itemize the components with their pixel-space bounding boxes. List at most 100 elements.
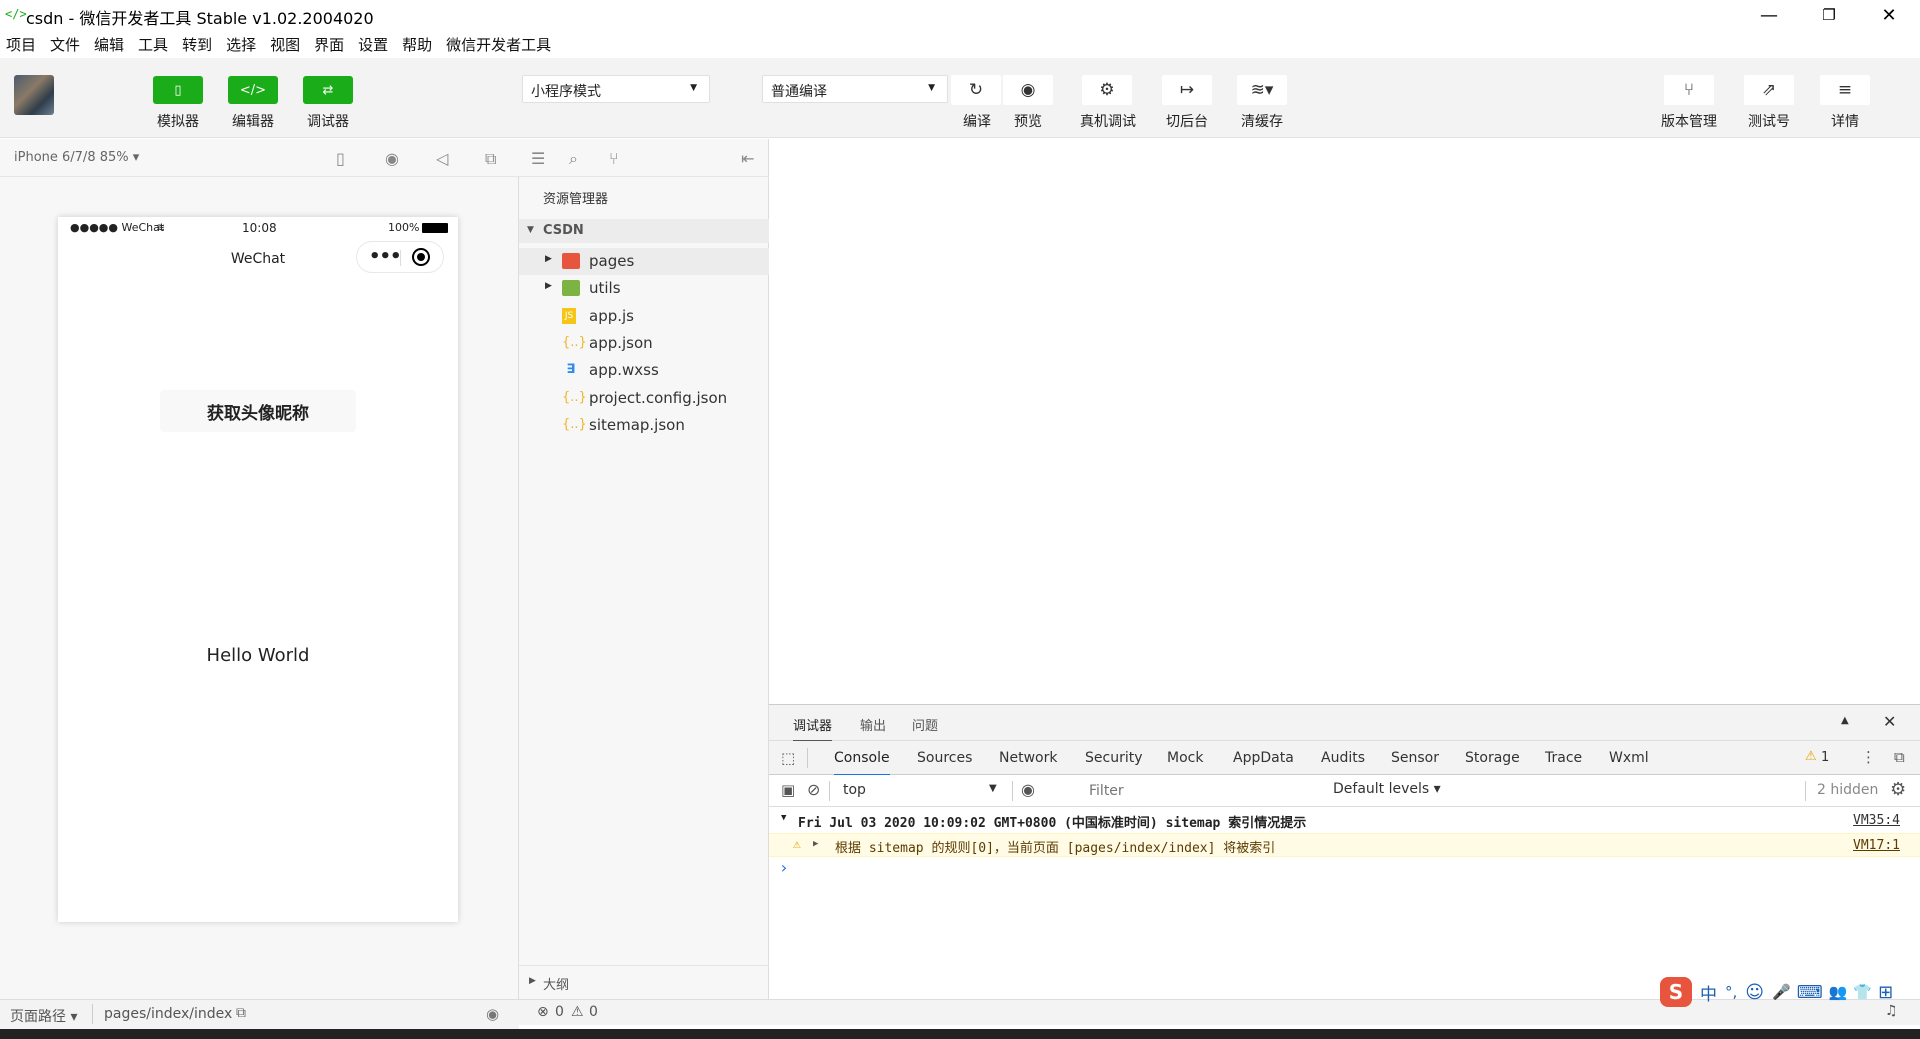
- debug-icon: ⇄: [322, 82, 334, 98]
- detach-window-icon[interactable]: ⧉: [485, 149, 496, 169]
- tree-item-sitemap[interactable]: {..} sitemap.json: [519, 412, 769, 439]
- clear-cache-button[interactable]: ≋▾: [1237, 75, 1287, 105]
- log-source-link[interactable]: VM17:1: [1853, 838, 1900, 853]
- context-select[interactable]: top ▼: [835, 778, 1005, 802]
- menu-item-select[interactable]: 选择: [226, 34, 256, 55]
- eye-icon[interactable]: ◉: [486, 1005, 499, 1023]
- menu-item-devtools[interactable]: 微信开发者工具: [446, 34, 551, 55]
- tree-item-app-wxss[interactable]: ∃ app.wxss: [519, 357, 769, 384]
- sidebar-toggle-icon[interactable]: ▣: [781, 781, 795, 799]
- page-path-select[interactable]: 页面路径 ▾: [10, 1006, 77, 1026]
- maximize-button[interactable]: ❐: [1806, 0, 1852, 30]
- remote-debug-button[interactable]: ⚙: [1082, 75, 1132, 105]
- tab-storage[interactable]: Storage: [1465, 750, 1520, 766]
- eye-icon[interactable]: ◉: [1021, 780, 1035, 799]
- collapse-panel-icon[interactable]: ⇤: [741, 149, 754, 168]
- tab-network[interactable]: Network: [999, 750, 1057, 766]
- close-miniprogram-icon[interactable]: [412, 248, 430, 266]
- warning-icon[interactable]: ⚠: [571, 1004, 584, 1020]
- tree-item-app-json[interactable]: {..} app.json: [519, 330, 769, 357]
- tab-sensor[interactable]: Sensor: [1391, 750, 1439, 766]
- copy-icon[interactable]: ⧉: [236, 1005, 246, 1021]
- tab-problems[interactable]: 问题: [912, 715, 938, 734]
- background-switch-button[interactable]: ↦: [1162, 75, 1212, 105]
- outline-section[interactable]: ▶ 大纲: [519, 965, 769, 999]
- tree-item-project-config[interactable]: {..} project.config.json: [519, 385, 769, 412]
- mode-select[interactable]: 小程序模式 ▼: [522, 75, 710, 103]
- search-icon[interactable]: ⌕: [569, 149, 578, 169]
- test-account-button[interactable]: ⇗: [1744, 75, 1794, 105]
- simulator-footer: 页面路径 ▾ pages/index/index ⧉ ◉: [0, 999, 519, 1029]
- console-prompt-row[interactable]: ›: [769, 857, 1920, 881]
- ime-punctuation-icon[interactable]: °,: [1725, 983, 1737, 1001]
- tab-appdata[interactable]: AppData: [1233, 750, 1294, 766]
- error-icon[interactable]: ⊗: [537, 1004, 549, 1020]
- clear-console-icon[interactable]: ⊘: [807, 780, 820, 799]
- ime-mode-chinese[interactable]: 中: [1700, 980, 1717, 1005]
- get-userinfo-button[interactable]: 获取头像昵称: [160, 390, 356, 432]
- menu-item-file[interactable]: 文件: [50, 34, 80, 55]
- project-row[interactable]: ▼ CSDN: [519, 219, 769, 243]
- record-icon[interactable]: ◉: [385, 149, 399, 168]
- sogou-logo-icon[interactable]: S: [1660, 977, 1692, 1007]
- ime-voice-icon[interactable]: 🎤: [1772, 983, 1791, 1001]
- chevron-right-icon: ▶: [813, 839, 819, 849]
- volume-icon[interactable]: ◁: [436, 149, 448, 168]
- warning-icon[interactable]: ⚠: [1805, 749, 1817, 764]
- ime-user-icon[interactable]: 👥: [1829, 983, 1848, 1001]
- tab-console[interactable]: Console: [834, 750, 890, 776]
- more-icon[interactable]: •••: [369, 246, 402, 267]
- debugger-toggle-button[interactable]: ⇄: [303, 76, 353, 104]
- close-icon[interactable]: ✕: [1883, 712, 1896, 731]
- menu-item-view[interactable]: 视图: [270, 34, 300, 55]
- log-warning-row[interactable]: ⚠ ▶ 根据 sitemap 的规则[0]，当前页面 [pages/index/…: [769, 833, 1920, 857]
- ime-emoji-icon[interactable]: ☺: [1745, 982, 1764, 1003]
- log-source-link[interactable]: VM35:4: [1853, 813, 1900, 828]
- settings-gear-icon[interactable]: ⚙: [1890, 779, 1906, 800]
- git-branch-icon[interactable]: ⑂: [609, 149, 619, 168]
- log-levels-select[interactable]: Default levels ▾: [1333, 781, 1441, 797]
- inspect-element-icon[interactable]: ⬚: [781, 749, 795, 767]
- tab-audits[interactable]: Audits: [1321, 750, 1365, 766]
- menu-item-tools[interactable]: 工具: [138, 34, 168, 55]
- menu-item-goto[interactable]: 转到: [182, 34, 212, 55]
- version-control-button[interactable]: ⑂: [1664, 75, 1714, 105]
- menu-item-settings[interactable]: 设置: [358, 34, 388, 55]
- compile-button[interactable]: ↻: [951, 75, 1001, 105]
- tab-output[interactable]: 输出: [860, 715, 886, 734]
- tab-mock[interactable]: Mock: [1167, 750, 1203, 766]
- device-select[interactable]: iPhone 6/7/8 85% ▾: [14, 150, 139, 165]
- expand-up-icon[interactable]: ▲: [1841, 715, 1849, 726]
- compile-select[interactable]: 普通编译 ▼: [762, 75, 948, 103]
- menu-item-interface[interactable]: 界面: [314, 34, 344, 55]
- list-icon[interactable]: ☰: [531, 149, 545, 168]
- tab-trace[interactable]: Trace: [1545, 750, 1582, 766]
- editor-area[interactable]: [769, 139, 1920, 704]
- minimize-button[interactable]: —: [1746, 0, 1792, 30]
- tree-item-app-js[interactable]: JS app.js: [519, 303, 769, 330]
- console-filter-input[interactable]: [1085, 779, 1325, 803]
- tree-item-utils[interactable]: ▶ utils: [519, 275, 769, 302]
- ime-tools-icon[interactable]: ⊞: [1878, 982, 1893, 1003]
- ime-skin-icon[interactable]: 👕: [1853, 983, 1872, 1001]
- preview-button[interactable]: ◉: [1003, 75, 1053, 105]
- details-button[interactable]: ≡: [1820, 75, 1870, 105]
- close-button[interactable]: ✕: [1866, 0, 1912, 30]
- phone-icon[interactable]: ▯: [336, 149, 345, 168]
- tree-item-pages[interactable]: ▶ pages: [519, 248, 769, 275]
- tab-debugger[interactable]: 调试器: [793, 715, 833, 742]
- tab-security[interactable]: Security: [1085, 750, 1143, 766]
- tab-wxml[interactable]: Wxml: [1609, 750, 1649, 766]
- ime-keyboard-icon[interactable]: ⌨: [1797, 982, 1823, 1003]
- more-vertical-icon[interactable]: ⋮: [1861, 748, 1876, 766]
- editor-toggle-button[interactable]: </>: [228, 76, 278, 104]
- log-group-row[interactable]: ▼ Fri Jul 03 2020 10:09:02 GMT+0800 (中国标…: [769, 809, 1920, 833]
- tab-sources[interactable]: Sources: [917, 750, 972, 766]
- capsule-menu[interactable]: •••: [356, 241, 444, 273]
- avatar[interactable]: [14, 75, 54, 115]
- simulator-toggle-button[interactable]: ▯: [153, 76, 203, 104]
- dock-icon[interactable]: ⧉: [1894, 748, 1905, 766]
- menu-item-project[interactable]: 项目: [6, 34, 36, 55]
- menu-item-edit[interactable]: 编辑: [94, 34, 124, 55]
- menu-item-help[interactable]: 帮助: [402, 34, 432, 55]
